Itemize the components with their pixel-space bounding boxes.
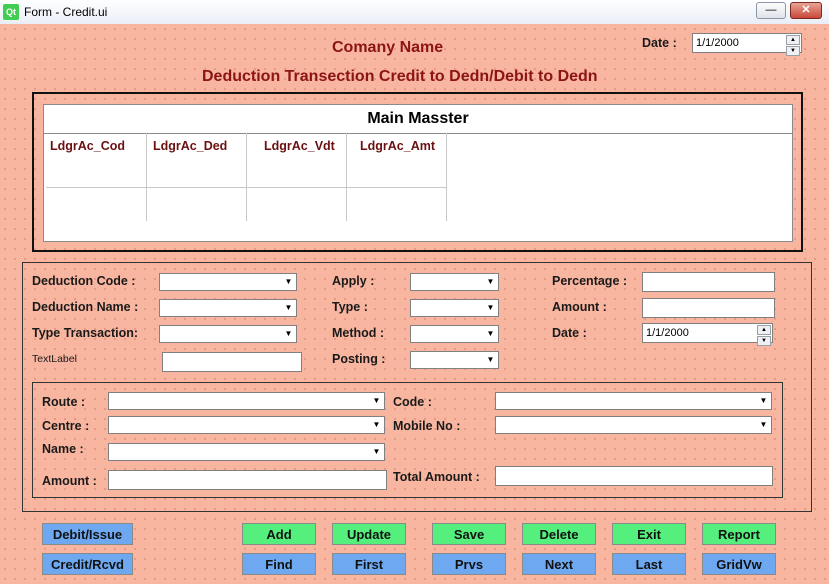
close-button[interactable]: ✕ [790, 2, 822, 19]
spin-down-icon[interactable]: ▼ [757, 336, 771, 346]
percentage-field[interactable] [642, 272, 775, 292]
header-date-spinner[interactable]: ▲ ▼ [786, 34, 800, 56]
date-field[interactable]: 1/1/2000 ▲ ▼ [642, 323, 773, 346]
text-label: TextLabel [32, 353, 77, 365]
sub-amount-label: Amount : [42, 474, 97, 488]
minimize-button[interactable]: — [756, 2, 786, 19]
posting-label: Posting : [332, 352, 386, 366]
form-area: Comany Name Deduction Transection Credit… [0, 24, 829, 584]
type-combo[interactable]: ▼ [410, 299, 499, 317]
prvs-button[interactable]: Prvs [432, 553, 506, 575]
add-button[interactable]: Add [242, 523, 316, 545]
chevron-down-icon: ▼ [284, 329, 293, 338]
debit-issue-button[interactable]: Debit/Issue [42, 523, 133, 545]
apply-label: Apply : [332, 274, 375, 288]
column-header[interactable]: LdgrAc_Cod [50, 139, 125, 153]
report-button[interactable]: Report [702, 523, 776, 545]
company-name: Comany Name [332, 39, 444, 56]
chevron-down-icon: ▼ [759, 396, 768, 405]
mobile-label: Mobile No : [393, 419, 461, 433]
apply-combo[interactable]: ▼ [410, 273, 499, 291]
deduction-code-label: Deduction Code : [32, 274, 136, 288]
centre-label: Centre : [42, 419, 90, 433]
type-transaction-label: Type Transaction: [32, 326, 139, 340]
deduction-code-combo[interactable]: ▼ [159, 273, 297, 291]
chevron-down-icon: ▼ [372, 396, 381, 405]
column-header[interactable]: LdgrAc_Amt [360, 139, 435, 153]
date-spinner[interactable]: ▲ ▼ [757, 324, 771, 346]
code-label: Code : [393, 395, 432, 409]
method-label: Method : [332, 326, 385, 340]
date-label: Date : [552, 326, 587, 340]
chevron-down-icon: ▼ [372, 420, 381, 429]
amount-field[interactable] [642, 298, 775, 318]
method-combo[interactable]: ▼ [410, 325, 499, 343]
amount-label: Amount : [552, 300, 607, 314]
mobile-combo[interactable]: ▼ [495, 416, 772, 434]
centre-combo[interactable]: ▼ [108, 416, 385, 434]
name-combo[interactable]: ▼ [108, 443, 385, 461]
next-button[interactable]: Next [522, 553, 596, 575]
posting-combo[interactable]: ▼ [410, 351, 499, 369]
exit-button[interactable]: Exit [612, 523, 686, 545]
qt-logo-icon: Qt [3, 4, 19, 20]
route-label: Route : [42, 395, 86, 409]
route-combo[interactable]: ▼ [108, 392, 385, 410]
credit-rcvd-button[interactable]: Credit/Rcvd [42, 553, 133, 575]
chevron-down-icon: ▼ [284, 277, 293, 286]
total-amount-label: Total Amount : [393, 470, 480, 484]
spin-up-icon[interactable]: ▲ [786, 35, 800, 45]
chevron-down-icon: ▼ [284, 303, 293, 312]
last-button[interactable]: Last [612, 553, 686, 575]
table-caption: Main Masster [44, 105, 792, 134]
spin-down-icon[interactable]: ▼ [786, 46, 800, 56]
table-row-divider [46, 187, 447, 188]
type-label: Type : [332, 300, 368, 314]
header-date-label: Date : [642, 36, 677, 50]
sub-amount-field[interactable] [108, 470, 387, 490]
chevron-down-icon: ▼ [486, 329, 495, 338]
spin-up-icon[interactable]: ▲ [757, 325, 771, 335]
column-header[interactable]: LdgrAc_Ded [153, 139, 227, 153]
deduction-name-combo[interactable]: ▼ [159, 299, 297, 317]
update-button[interactable]: Update [332, 523, 406, 545]
total-amount-field[interactable] [495, 466, 773, 486]
code-combo[interactable]: ▼ [495, 392, 772, 410]
header-date-field[interactable]: 1/1/2000 ▲ ▼ [692, 33, 802, 56]
date-value: 1/1/2000 [646, 327, 689, 339]
window-titlebar: Qt Form - Credit.ui — ✕ [0, 0, 829, 25]
chevron-down-icon: ▼ [372, 447, 381, 456]
chevron-down-icon: ▼ [759, 420, 768, 429]
form-subtitle: Deduction Transection Credit to Dedn/Deb… [202, 68, 598, 85]
delete-button[interactable]: Delete [522, 523, 596, 545]
gridvw-button[interactable]: GridVw [702, 553, 776, 575]
type-transaction-combo[interactable]: ▼ [159, 325, 297, 343]
window-title: Form - Credit.ui [24, 5, 108, 19]
chevron-down-icon: ▼ [486, 277, 495, 286]
first-button[interactable]: First [332, 553, 406, 575]
chevron-down-icon: ▼ [486, 355, 495, 364]
save-button[interactable]: Save [432, 523, 506, 545]
deduction-name-label: Deduction Name : [32, 300, 139, 314]
textlabel-field[interactable] [162, 352, 302, 372]
chevron-down-icon: ▼ [486, 303, 495, 312]
column-header[interactable]: LdgrAc_Vdt [264, 139, 335, 153]
main-master-table[interactable]: Main Masster LdgrAc_Cod LdgrAc_Ded LdgrA… [43, 104, 793, 242]
header-date-value: 1/1/2000 [696, 37, 739, 49]
name-label: Name : [42, 442, 84, 456]
find-button[interactable]: Find [242, 553, 316, 575]
percentage-label: Percentage : [552, 274, 628, 288]
